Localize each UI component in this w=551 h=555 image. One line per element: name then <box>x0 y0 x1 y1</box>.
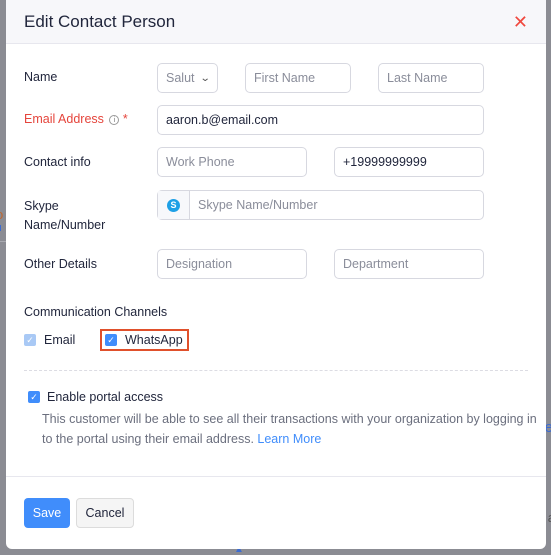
checkbox-checked-disabled-icon: ✓ <box>24 334 36 346</box>
chevron-down-icon: ⌄ <box>199 72 211 84</box>
skype-prefix: S <box>158 191 190 219</box>
email-channel-checkbox[interactable]: ✓ Email <box>24 333 75 347</box>
enable-portal-checkbox[interactable]: ✓ Enable portal access <box>28 390 163 404</box>
modal-header: Edit Contact Person ✕ <box>6 0 546 44</box>
skype-input[interactable]: S Skype Name/Number <box>157 190 484 220</box>
department-placeholder: Department <box>343 257 409 271</box>
checkbox-checked-icon: ✓ <box>105 334 117 346</box>
mobile-input[interactable]: +19999999999 <box>334 147 484 177</box>
portal-description: This customer will be able to see all th… <box>42 409 537 449</box>
section-divider <box>24 370 528 371</box>
communication-channels-title: Communication Channels <box>24 305 168 319</box>
skype-label-line1: Skype <box>24 199 59 213</box>
modal-title: Edit Contact Person <box>24 11 176 31</box>
background-text-fragment: o <box>0 207 3 222</box>
designation-placeholder: Designation <box>166 257 233 271</box>
edit-contact-modal: Edit Contact Person ✕ Name Salut ⌄ First… <box>6 0 546 549</box>
whatsapp-channel-label: WhatsApp <box>125 333 183 347</box>
contact-info-label: Contact info <box>24 155 91 169</box>
email-channel-label: Email <box>44 333 76 347</box>
skype-placeholder: Skype Name/Number <box>198 198 318 212</box>
first-name-placeholder: First Name <box>254 71 316 85</box>
background-link-fragment <box>0 225 1 231</box>
enable-portal-label: Enable portal access <box>47 390 164 404</box>
modal-footer-divider <box>6 476 546 477</box>
last-name-placeholder: Last Name <box>387 71 448 85</box>
cancel-button[interactable]: Cancel <box>76 498 134 528</box>
email-label-text: Email Address <box>24 112 104 126</box>
name-label: Name <box>24 70 58 84</box>
mobile-value: +19999999999 <box>343 155 427 169</box>
required-asterisk: * <box>122 112 128 126</box>
close-icon[interactable]: ✕ <box>513 13 528 31</box>
info-icon[interactable]: i <box>109 114 120 125</box>
save-button[interactable]: Save <box>24 498 70 528</box>
email-value: aaron.b@email.com <box>166 113 279 127</box>
salutation-select[interactable]: Salut ⌄ <box>157 63 218 93</box>
email-label: Email Address i * <box>24 112 128 126</box>
skype-icon: S <box>167 198 180 212</box>
salutation-value: Salut <box>166 71 195 85</box>
learn-more-link[interactable]: Learn More <box>257 432 321 446</box>
designation-input[interactable]: Designation <box>157 249 307 279</box>
first-name-input[interactable]: First Name <box>245 63 351 93</box>
email-input[interactable]: aaron.b@email.com <box>157 105 484 135</box>
work-phone-input[interactable]: Work Phone <box>157 147 307 177</box>
department-input[interactable]: Department <box>334 249 484 279</box>
last-name-input[interactable]: Last Name <box>378 63 484 93</box>
other-details-label: Other Details <box>24 257 97 271</box>
skype-label: Skype Name/Number <box>24 197 105 235</box>
skype-label-line2: Name/Number <box>24 218 106 232</box>
whatsapp-channel-checkbox[interactable]: ✓ WhatsApp <box>100 329 189 351</box>
work-phone-placeholder: Work Phone <box>166 155 235 169</box>
checkbox-checked-icon: ✓ <box>28 391 40 403</box>
